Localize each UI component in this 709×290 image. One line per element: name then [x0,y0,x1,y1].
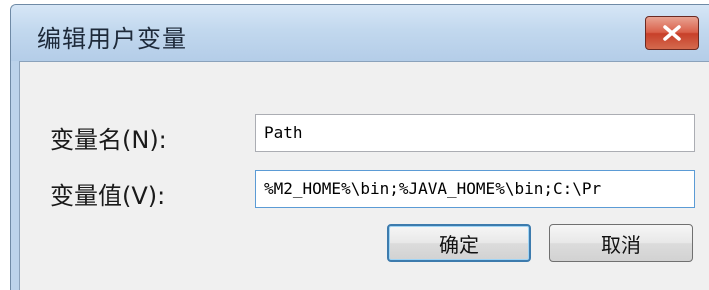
edit-user-variable-dialog: 编辑用户变量 变量名(N): Path 变量值(V): %M2_HOME%\bi… [10,4,709,290]
close-icon [663,25,681,41]
title-bar[interactable]: 编辑用户变量 [11,5,709,61]
variable-name-label: 变量名(N): [50,126,167,154]
variable-value-label: 变量值(V): [50,182,166,210]
close-button[interactable] [645,16,699,50]
dialog-client-area: 变量名(N): Path 变量值(V): %M2_HOME%\bin;%JAVA… [19,61,709,290]
variable-value-field[interactable]: %M2_HOME%\bin;%JAVA_HOME%\bin;C:\Pr [255,170,695,208]
ok-button[interactable]: 确定 [387,224,531,262]
cancel-button[interactable]: 取消 [549,224,693,262]
variable-name-field[interactable]: Path [255,114,695,152]
dialog-title: 编辑用户变量 [37,25,187,53]
